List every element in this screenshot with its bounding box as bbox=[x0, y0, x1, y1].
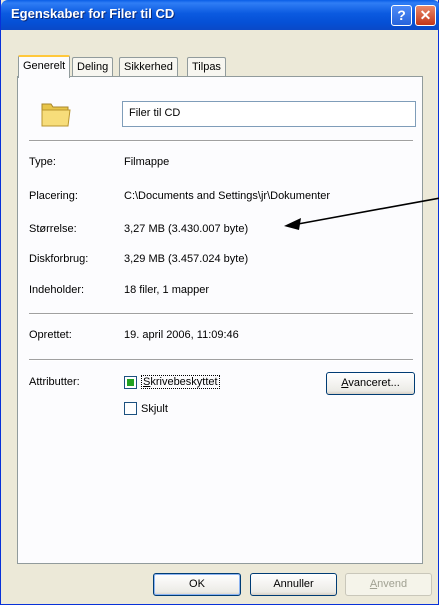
annotation-arrow bbox=[284, 197, 439, 230]
properties-dialog: Egenskaber for Filer til CD ? ✕ Generelt… bbox=[0, 0, 439, 605]
tab-generelt[interactable]: Generelt bbox=[18, 55, 71, 78]
